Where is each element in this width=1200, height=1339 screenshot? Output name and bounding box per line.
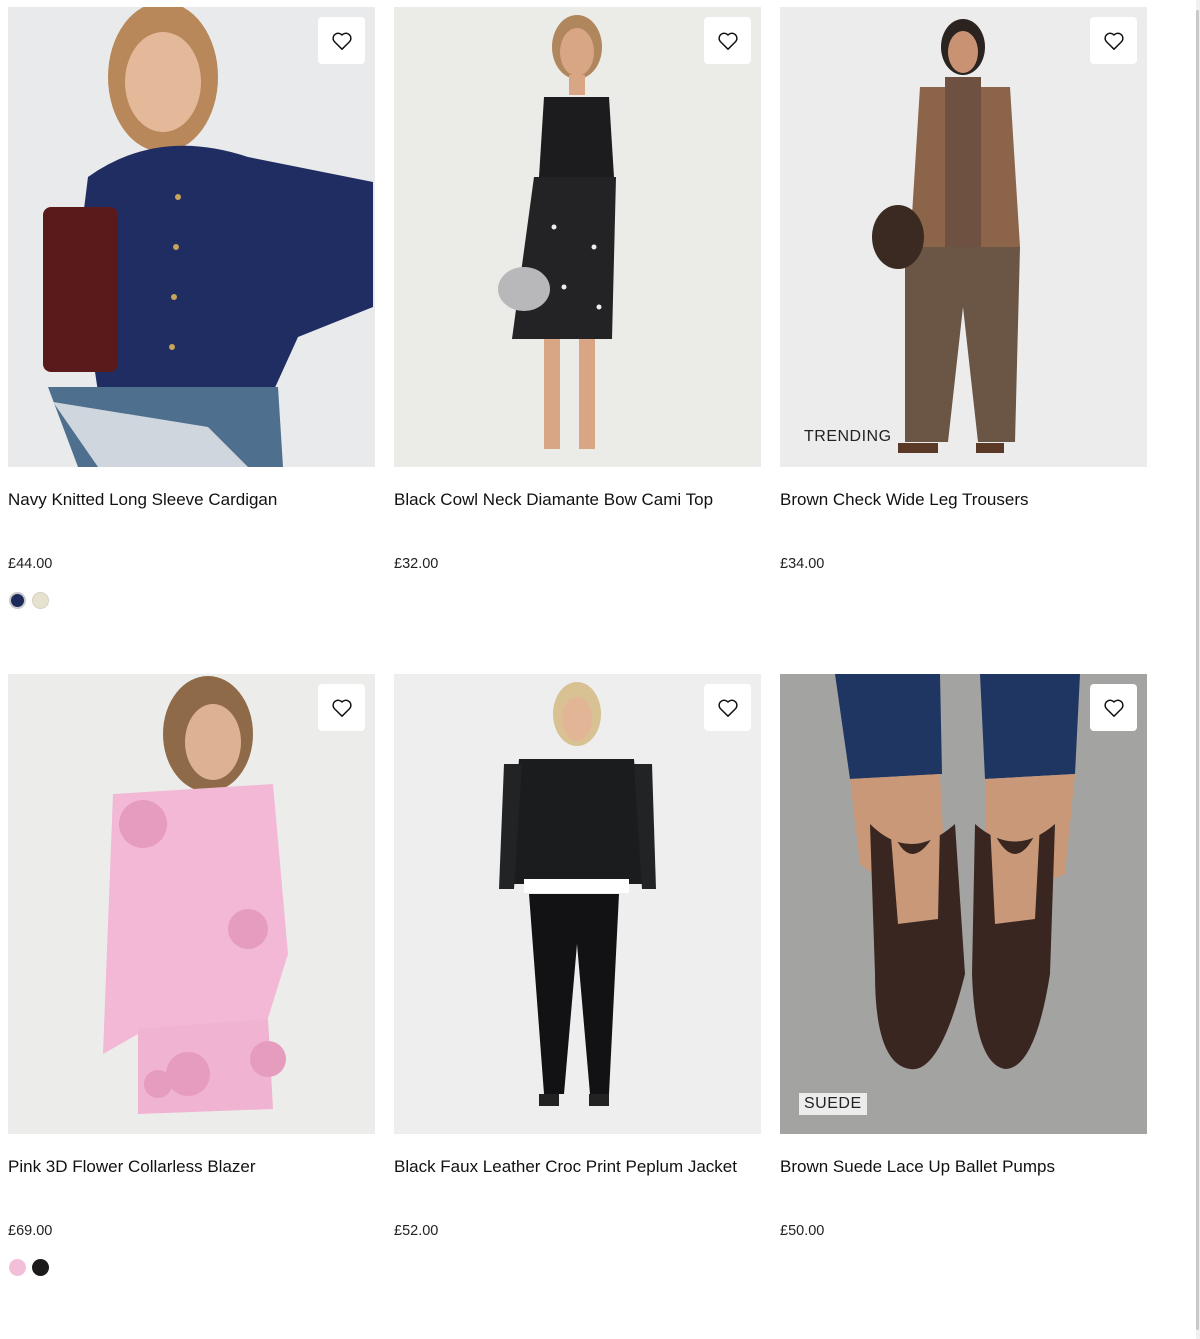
scrollbar-thumb[interactable]	[1196, 10, 1199, 1330]
product-card[interactable]: Navy Knitted Long Sleeve Cardigan £44.00	[8, 7, 375, 609]
heart-outline-icon	[1103, 699, 1124, 717]
wishlist-button[interactable]	[318, 17, 365, 64]
product-title[interactable]: Navy Knitted Long Sleeve Cardigan	[8, 489, 277, 511]
product-card[interactable]: Black Cowl Neck Diamante Bow Cami Top £3…	[394, 7, 761, 572]
product-price: £50.00	[780, 1223, 825, 1239]
product-card[interactable]: SUEDE Brown Suede Lace Up Ballet Pumps £…	[780, 674, 1147, 1239]
page-scrollbar[interactable]	[1196, 0, 1200, 1339]
product-price: £69.00	[8, 1223, 53, 1239]
wishlist-button[interactable]	[1090, 17, 1137, 64]
heart-outline-icon	[717, 699, 738, 717]
heart-outline-icon	[717, 32, 738, 50]
swatch-navy[interactable]	[9, 592, 26, 609]
product-image[interactable]	[8, 7, 375, 467]
heart-outline-icon	[331, 32, 352, 50]
product-photo-cardigan	[8, 7, 375, 467]
color-swatches	[9, 1259, 49, 1276]
swatch-black[interactable]	[32, 1259, 49, 1276]
product-card[interactable]: Pink 3D Flower Collarless Blazer £69.00	[8, 674, 375, 1276]
product-image[interactable]	[394, 7, 761, 467]
product-image[interactable]: TRENDING	[780, 7, 1147, 467]
heart-outline-icon	[331, 699, 352, 717]
product-photo-trousers	[780, 7, 1147, 467]
color-swatches	[9, 592, 49, 609]
wishlist-button[interactable]	[1090, 684, 1137, 731]
product-photo-jacket	[394, 674, 761, 1134]
heart-outline-icon	[1103, 32, 1124, 50]
product-image[interactable]: SUEDE	[780, 674, 1147, 1134]
swatch-cream[interactable]	[32, 592, 49, 609]
product-title[interactable]: Pink 3D Flower Collarless Blazer	[8, 1156, 256, 1178]
wishlist-button[interactable]	[318, 684, 365, 731]
product-price: £44.00	[8, 556, 53, 572]
product-card[interactable]: Black Faux Leather Croc Print Peplum Jac…	[394, 674, 761, 1239]
product-title[interactable]: Black Faux Leather Croc Print Peplum Jac…	[394, 1156, 737, 1178]
product-title[interactable]: Brown Suede Lace Up Ballet Pumps	[780, 1156, 1055, 1178]
product-image[interactable]	[394, 674, 761, 1134]
product-photo-pumps	[780, 674, 1147, 1134]
product-title[interactable]: Brown Check Wide Leg Trousers	[780, 489, 1029, 511]
wishlist-button[interactable]	[704, 684, 751, 731]
product-photo-blazer	[8, 674, 375, 1134]
swatch-pink[interactable]	[9, 1259, 26, 1276]
wishlist-button[interactable]	[704, 17, 751, 64]
product-badge: TRENDING	[799, 426, 897, 448]
product-title[interactable]: Black Cowl Neck Diamante Bow Cami Top	[394, 489, 713, 511]
product-card[interactable]: TRENDING Brown Check Wide Leg Trousers £…	[780, 7, 1147, 572]
product-price: £34.00	[780, 556, 825, 572]
product-photo-cami	[394, 7, 761, 467]
product-badge: SUEDE	[799, 1093, 867, 1115]
product-price: £52.00	[394, 1223, 439, 1239]
product-price: £32.00	[394, 556, 439, 572]
product-image[interactable]	[8, 674, 375, 1134]
